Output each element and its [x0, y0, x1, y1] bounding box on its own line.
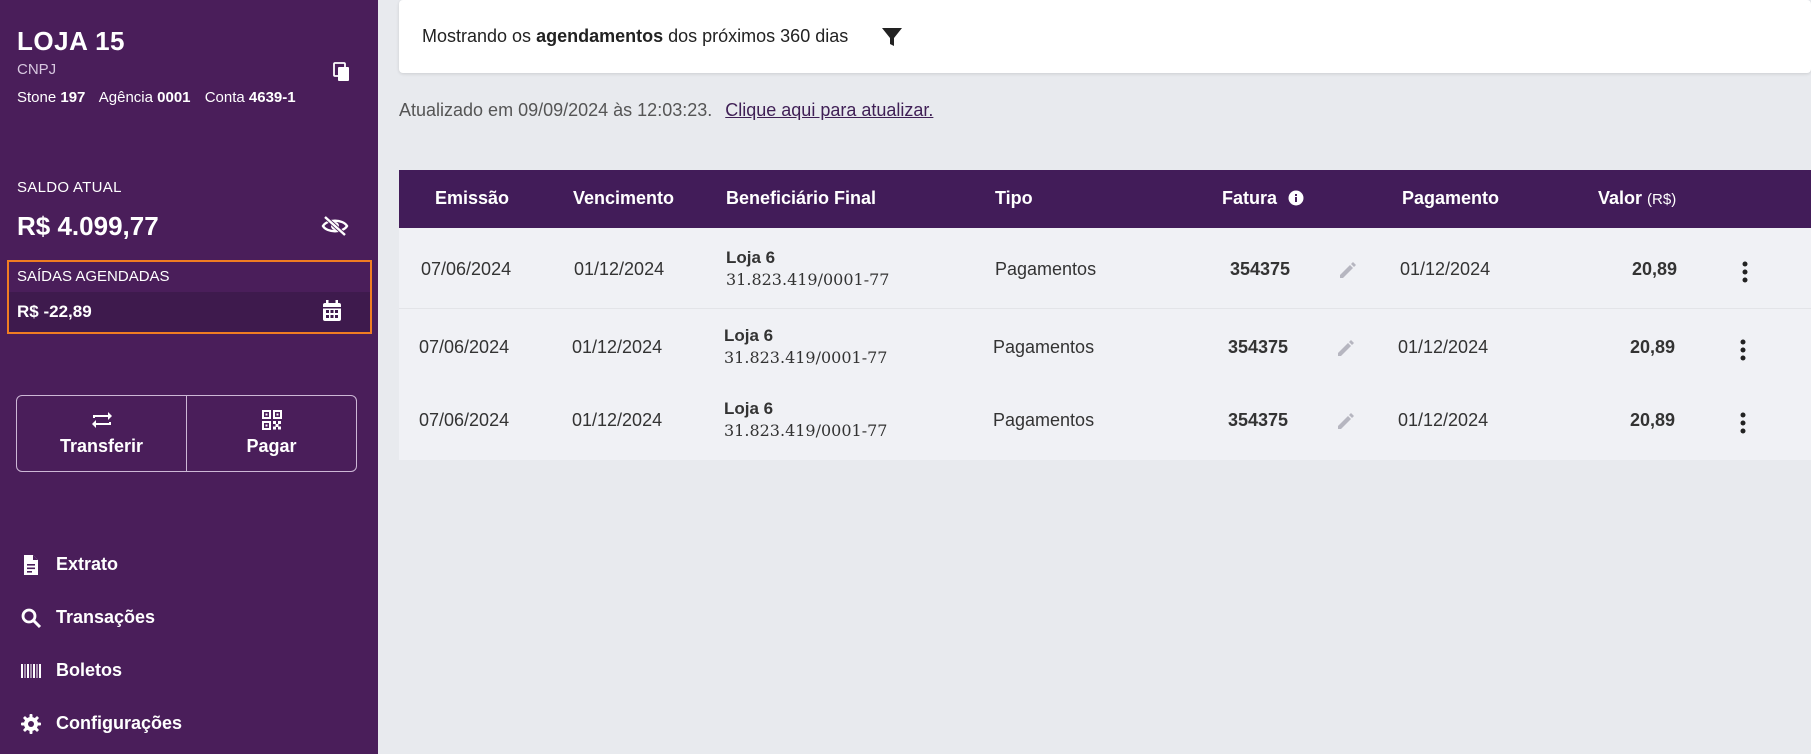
pay-button[interactable]: Pagar [186, 396, 356, 471]
balance-value: R$ 4.099,77 [17, 211, 159, 241]
sidebar-menu: Extrato Transações Boletos Configurações [20, 538, 182, 750]
transfer-icon [91, 412, 112, 428]
search-icon [21, 608, 42, 628]
table-header: Emissão Vencimento Beneficiário Final Ti… [399, 170, 1811, 228]
agencia-value: 0001 [157, 89, 191, 106]
sidebar-item-label: Configurações [56, 713, 183, 733]
header-valor[interactable]: Valor (R$) [1598, 188, 1676, 209]
filter-text: Mostrando os agendamentos dos próximos 3… [422, 26, 848, 47]
beneficiary-name: Loja 6 [724, 326, 774, 345]
stone-value: 197 [60, 89, 86, 106]
header-vencimento[interactable]: Vencimento [573, 188, 674, 209]
cell-vencimento: 01/12/2024 [572, 337, 663, 357]
barcode-icon [21, 663, 41, 678]
cell-emissao: 07/06/2024 [419, 337, 510, 357]
pay-label: Pagar [246, 436, 297, 456]
cell-beneficiario: Loja 6 31.823.419/0001-77 [726, 248, 889, 289]
cell-valor: 20,89 [1629, 410, 1675, 430]
cell-fatura: 354375 [1228, 410, 1289, 430]
stone-label: Stone [17, 89, 57, 106]
filter-suffix: dos próximos 360 dias [668, 26, 849, 46]
gear-icon [21, 713, 41, 734]
header-fatura[interactable]: Fatura [1222, 188, 1304, 209]
cell-fatura: 354375 [1228, 337, 1289, 357]
quick-actions: Transferir Pagar [16, 395, 357, 472]
table-row[interactable]: 07/06/2024 01/12/2024 Loja 6 31.823.419/… [399, 383, 1811, 456]
beneficiary-name: Loja 6 [724, 399, 774, 418]
header-valor-unit: (R$) [1647, 191, 1677, 208]
conta-value: 4639-1 [248, 89, 296, 106]
header-beneficiario[interactable]: Beneficiário Final [726, 188, 876, 209]
last-updated-text: Atualizado em 09/09/2024 às 12:03:23. [399, 100, 713, 120]
pencil-icon[interactable] [1338, 260, 1358, 280]
cell-tipo: Pagamentos [993, 410, 1095, 430]
sidebar-item-label: Boletos [56, 660, 123, 680]
document-icon [24, 554, 38, 575]
filter-icon[interactable] [881, 26, 903, 48]
table-row[interactable]: 07/06/2024 01/12/2024 Loja 6 31.823.419/… [399, 228, 1811, 301]
store-name: LOJA 15 [17, 26, 126, 56]
transfer-button[interactable]: Transferir [17, 396, 186, 471]
cell-emissao: 07/06/2024 [421, 259, 512, 279]
balance-label: SALDO ATUAL [17, 179, 122, 196]
cell-pagamento: 01/12/2024 [1398, 337, 1489, 357]
row-divider [399, 308, 1811, 309]
bank-info: Stone 197 Agência 0001 Conta 4639-1 [17, 89, 296, 106]
cell-pagamento: 01/12/2024 [1400, 259, 1491, 279]
cell-valor: 20,89 [1631, 259, 1677, 279]
filter-prefix: Mostrando os [422, 26, 532, 46]
cell-tipo: Pagamentos [995, 259, 1097, 279]
cell-vencimento: 01/12/2024 [572, 410, 663, 430]
scheduled-label: SAÍDAS AGENDADAS [17, 268, 170, 285]
cell-tipo: Pagamentos [993, 337, 1095, 357]
sidebar-item-label: Extrato [56, 554, 119, 574]
conta-label: Conta [204, 89, 245, 106]
sidebar: LOJA 15 CNPJ Stone 197 Agência 0001 Cont… [0, 0, 378, 754]
more-vertical-icon[interactable] [1739, 339, 1747, 361]
scheduled-value: R$ -22,89 [17, 302, 92, 321]
filter-bar: Mostrando os agendamentos dos próximos 3… [399, 0, 1811, 73]
beneficiary-document: 31.823.419/0001-77 [726, 270, 890, 289]
cell-fatura: 354375 [1230, 259, 1291, 279]
sidebar-item-extrato[interactable]: Extrato [20, 538, 182, 591]
cell-vencimento: 01/12/2024 [574, 259, 665, 279]
sidebar-item-boletos[interactable]: Boletos [20, 644, 182, 697]
cnpj-label: CNPJ [17, 61, 57, 78]
last-updated: Atualizado em 09/09/2024 às 12:03:23. Cl… [399, 100, 933, 121]
more-vertical-icon[interactable] [1739, 412, 1747, 434]
header-fatura-label: Fatura [1222, 188, 1278, 208]
filter-highlight: agendamentos [536, 26, 664, 46]
pencil-icon[interactable] [1336, 338, 1356, 358]
cell-beneficiario: Loja 6 31.823.419/0001-77 [724, 399, 887, 440]
scheduled-outgoing-button[interactable]: R$ -22,89 [9, 292, 370, 332]
agencia-label: Agência [98, 89, 153, 106]
refresh-link[interactable]: Clique aqui para atualizar. [725, 100, 933, 120]
info-icon[interactable] [1288, 190, 1304, 206]
beneficiary-document: 31.823.419/0001-77 [724, 348, 888, 367]
header-emissao[interactable]: Emissão [435, 188, 509, 209]
cell-beneficiario: Loja 6 31.823.419/0001-77 [724, 326, 887, 367]
calendar-icon [323, 300, 341, 321]
cell-valor: 20,89 [1629, 337, 1675, 357]
sidebar-item-label: Transações [56, 607, 156, 627]
copy-icon[interactable] [333, 62, 351, 82]
header-pagamento[interactable]: Pagamento [1402, 188, 1499, 209]
table-row[interactable]: 07/06/2024 01/12/2024 Loja 6 31.823.419/… [399, 310, 1811, 383]
sidebar-item-transacoes[interactable]: Transações [20, 591, 182, 644]
qr-code-icon [261, 410, 282, 430]
more-vertical-icon[interactable] [1741, 261, 1749, 283]
scheduled-outgoing: SAÍDAS AGENDADAS R$ -22,89 [7, 260, 372, 334]
transfer-label: Transferir [59, 436, 144, 456]
eye-off-icon[interactable] [321, 214, 349, 238]
beneficiary-name: Loja 6 [726, 248, 776, 267]
header-valor-label: Valor [1598, 188, 1643, 208]
table-body: 07/06/2024 01/12/2024 Loja 6 31.823.419/… [399, 228, 1811, 460]
header-tipo[interactable]: Tipo [995, 188, 1033, 209]
sidebar-item-configuracoes[interactable]: Configurações [20, 697, 182, 750]
schedule-table: Emissão Vencimento Beneficiário Final Ti… [399, 170, 1811, 460]
cell-pagamento: 01/12/2024 [1398, 410, 1489, 430]
beneficiary-document: 31.823.419/0001-77 [724, 421, 888, 440]
cell-emissao: 07/06/2024 [419, 410, 510, 430]
pencil-icon[interactable] [1336, 411, 1356, 431]
